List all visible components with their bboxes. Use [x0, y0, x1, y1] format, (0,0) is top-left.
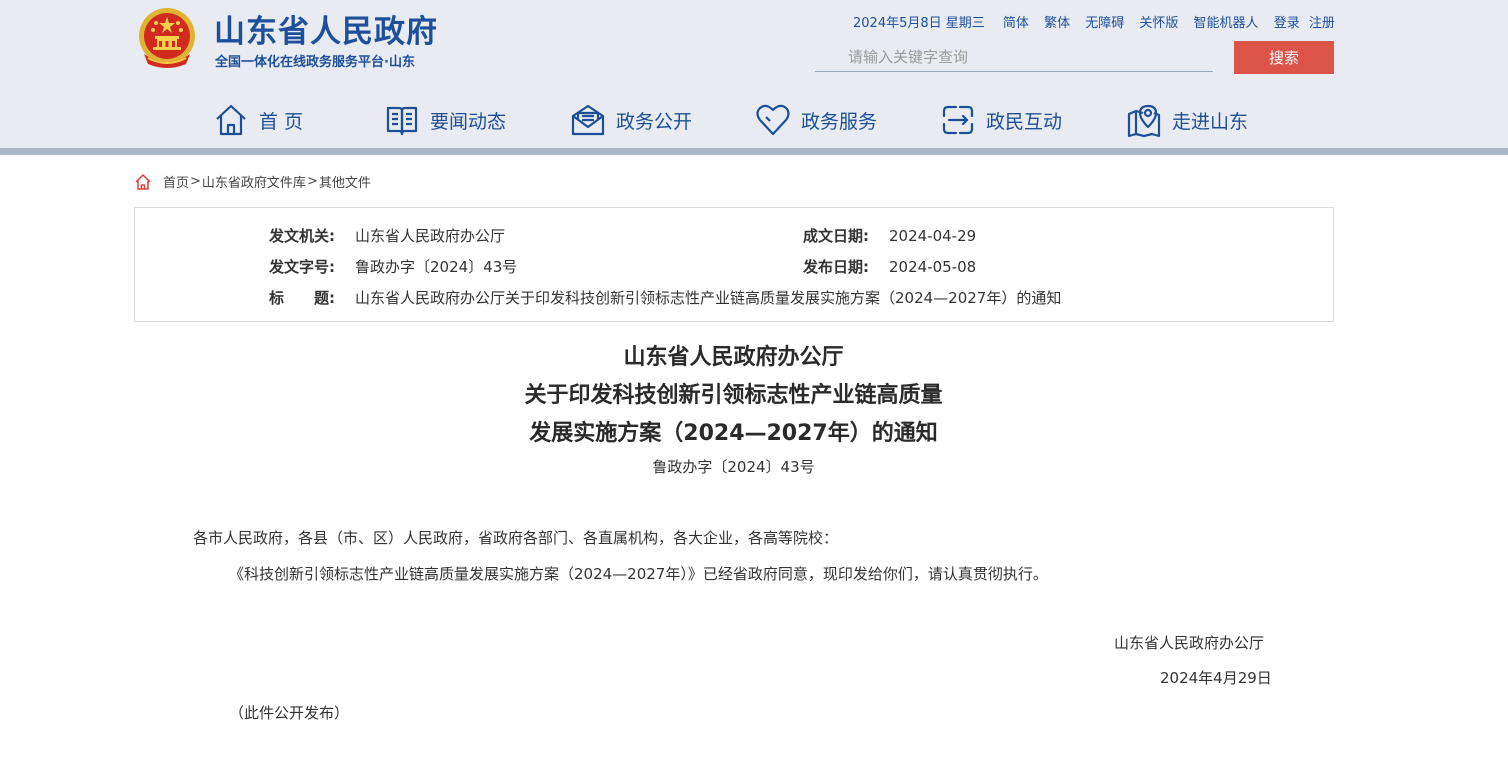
doc-number-label: 发文字号: — [269, 258, 335, 276]
traditional-chinese-link[interactable]: 繁体 — [1044, 16, 1070, 31]
signature-date: 2024年4月29日 — [1160, 669, 1272, 687]
issuer-row: 发文机关: 山东省人民政府办公厅 — [269, 225, 505, 246]
published-date-value: 2024-05-08 — [889, 258, 977, 276]
breadcrumb: 首页 > 山东省政府文件库 > 其他文件 — [134, 172, 371, 191]
document-number: 鲁政办字〔2024〕43号 — [652, 458, 815, 476]
nav-news[interactable]: 要闻动态 — [384, 100, 506, 140]
document-title-line-1: 山东省人民政府办公厅 — [623, 345, 844, 370]
breadcrumb-home[interactable]: 首页 — [163, 172, 189, 191]
elderly-care-link[interactable]: 关怀版 — [1139, 16, 1178, 31]
search-button[interactable]: 搜索 — [1234, 41, 1334, 74]
nav-interaction[interactable]: 政民互动 — [940, 100, 1062, 140]
home-icon — [135, 173, 151, 190]
mail-icon — [571, 104, 605, 136]
nav-services[interactable]: 政务服务 — [755, 100, 877, 140]
subject-value: 山东省人民政府办公厅关于印发科技创新引领标志性产业链高质量发展实施方案（2024… — [355, 289, 1062, 307]
body-paragraph: 《科技创新引领标志性产业链高质量发展实施方案（2024—2027年）》已经省政府… — [229, 565, 1048, 583]
breadcrumb-other-documents[interactable]: 其他文件 — [319, 172, 371, 191]
nav-home[interactable]: 首 页 — [213, 100, 303, 140]
nav-about-shandong-label: 走进山东 — [1172, 110, 1249, 133]
publication-note: （此件公开发布） — [229, 704, 350, 722]
published-date-label: 发布日期: — [803, 258, 869, 276]
site-title[interactable]: 山东省人民政府 — [214, 6, 438, 51]
nav-interaction-label: 政民互动 — [986, 110, 1063, 133]
published-date-row: 发布日期: 2024-05-08 — [803, 256, 976, 277]
doc-number-value: 鲁政办字〔2024〕43号 — [355, 258, 518, 276]
issuer-value: 山东省人民政府办公厅 — [355, 227, 506, 245]
signature: 山东省人民政府办公厅 — [1114, 634, 1265, 652]
exchange-icon — [942, 105, 974, 135]
created-date-value: 2024-04-29 — [889, 227, 977, 245]
book-icon — [386, 106, 418, 136]
created-date-row: 成文日期: 2024-04-29 — [803, 225, 976, 246]
document-title-line-2: 关于印发科技创新引领标志性产业链高质量 — [524, 383, 943, 408]
current-date: 2024年5月8日 星期三 — [853, 16, 985, 31]
nav-gov-affairs[interactable]: 政务公开 — [570, 100, 692, 140]
map-pin-icon — [1127, 104, 1161, 138]
register-link[interactable]: 注册 — [1309, 16, 1335, 31]
nav-services-label: 政务服务 — [801, 110, 878, 133]
national-emblem-icon[interactable] — [136, 6, 198, 70]
header-divider — [0, 148, 1508, 155]
created-date-label: 成文日期: — [803, 227, 869, 245]
nav-about-shandong[interactable]: 走进山东 — [1126, 100, 1248, 140]
subject-label: 标 题: — [269, 289, 335, 307]
nav-gov-affairs-label: 政务公开 — [616, 110, 693, 133]
subject-row: 标 题: 山东省人民政府办公厅关于印发科技创新引领标志性产业链高质量发展实施方案（… — [269, 287, 1061, 308]
breadcrumb-separator: > — [190, 174, 201, 189]
document-title-line-3: 发展实施方案（2024—2027年）的通知 — [529, 421, 938, 446]
breadcrumb-document-library[interactable]: 山东省政府文件库 — [202, 172, 306, 191]
search-input[interactable] — [815, 42, 1213, 72]
addressees: 各市人民政府，各县（市、区）人民政府，省政府各部门、各直属机构，各大企业，各高等… — [193, 529, 839, 547]
simplified-chinese-link[interactable]: 简体 — [1003, 16, 1029, 31]
accessibility-link[interactable]: 无障碍 — [1085, 16, 1124, 31]
issuer-label: 发文机关: — [269, 227, 335, 245]
home-icon — [216, 104, 246, 136]
doc-number-row: 发文字号: 鲁政办字〔2024〕43号 — [269, 256, 517, 277]
breadcrumb-separator: > — [306, 174, 318, 189]
nav-home-label: 首 页 — [259, 110, 304, 133]
nav-news-label: 要闻动态 — [430, 110, 507, 133]
main-nav: 首 页 要闻动态 政务公开 政务服务 政民互动 走进山东 — [0, 100, 1508, 140]
site-header: 山东省人民政府 全国一体化在线政务服务平台·山东 2024年5月8日 星期三 简… — [0, 0, 1508, 155]
heart-icon — [756, 104, 790, 136]
site-subtitle[interactable]: 全国一体化在线政务服务平台·山东 — [215, 51, 415, 70]
top-links: 2024年5月8日 星期三 简体 繁体 无障碍 关怀版 智能机器人 登录 注册 — [853, 12, 1335, 31]
document-info-box: 发文机关: 山东省人民政府办公厅 发文字号: 鲁政办字〔2024〕43号 标 题: 山… — [134, 207, 1334, 322]
chatbot-link[interactable]: 智能机器人 — [1194, 16, 1259, 31]
login-link[interactable]: 登录 — [1274, 16, 1300, 31]
